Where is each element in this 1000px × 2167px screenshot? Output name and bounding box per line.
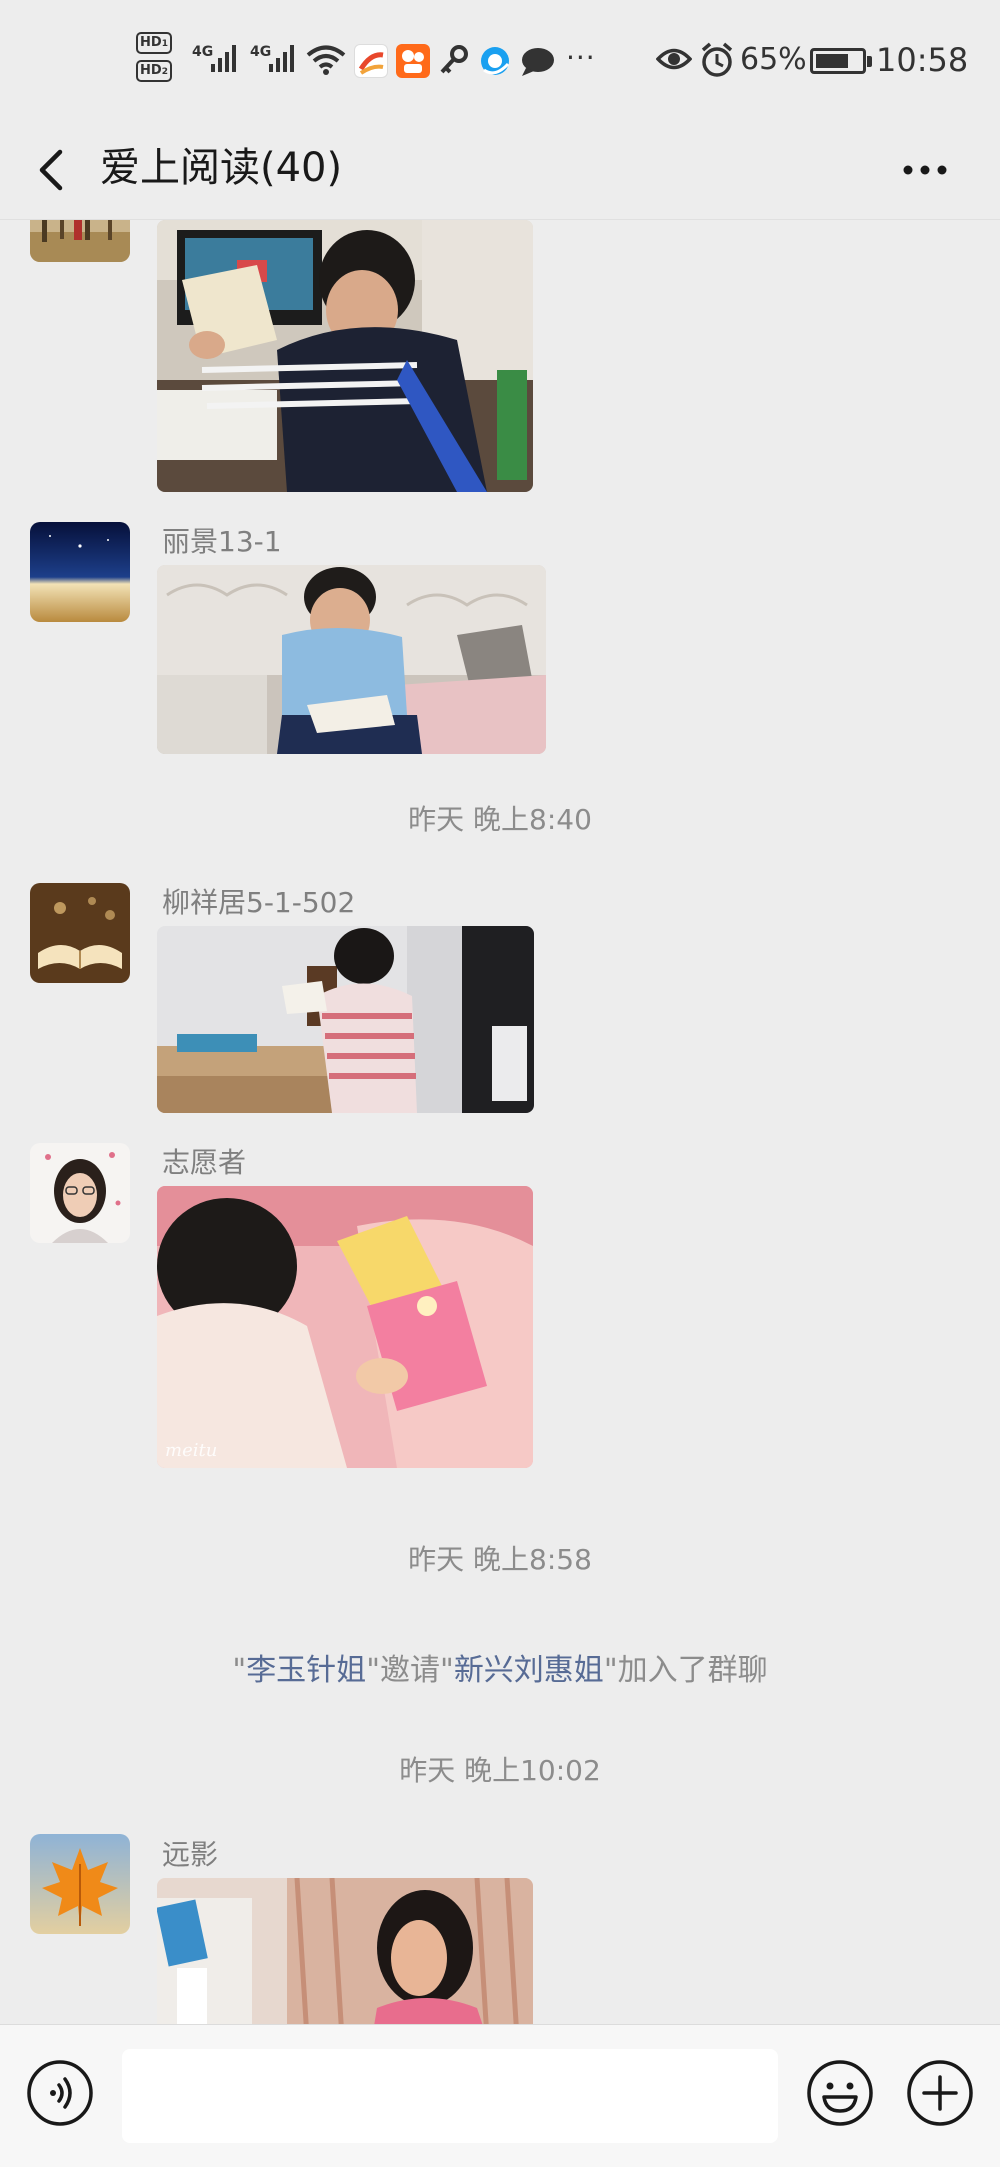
chat-photo-4[interactable]: meitu [157,1186,533,1468]
more-icon [903,165,947,175]
input-bar [0,2024,1000,2167]
battery-percent: 65% [740,42,807,77]
eye-icon [656,48,692,70]
signal-icon: 4G [192,40,242,76]
key-icon [440,45,468,74]
sender-name: 柳祥居5-1-502 [162,886,356,919]
message-input[interactable] [122,2049,778,2143]
photo-watermark: meitu [165,1440,217,1461]
signal-icon: 4G [250,40,300,76]
browser-icon [481,47,510,75]
message-icon [522,48,554,76]
chat-photo-3[interactable] [157,926,534,1113]
timestamp: 昨天 晚上8:58 [408,1543,592,1576]
timestamp: 昨天 晚上10:02 [399,1754,601,1787]
alarm-icon [701,42,733,77]
chat-photo-1[interactable] [157,220,533,492]
timestamp: 昨天 晚上8:40 [408,803,592,836]
sender-name: 远影 [162,1838,219,1871]
hd-indicator: HD1 HD2 [136,32,184,90]
avatar-forest[interactable] [30,220,130,262]
sender-name: 志愿者 [162,1146,247,1179]
back-button[interactable] [26,142,82,198]
chat-title: 爱上阅读(40) [100,145,343,191]
chevron-left-icon [39,149,63,191]
voice-button[interactable] [26,2059,94,2127]
more-button[interactable] [890,142,960,198]
chat-photo-5[interactable] [157,1878,533,2024]
voice-icon [27,2060,93,2126]
avatar-night-sky[interactable] [30,522,130,622]
emoji-button[interactable] [806,2059,874,2127]
sender-name: 丽景13-1 [162,525,282,558]
avatar-maple-leaf[interactable] [30,1834,130,1934]
kuaishou-icon [396,44,430,78]
inviter-link[interactable]: 李玉针姐 [246,1653,366,1688]
clock: 10:58 [876,41,969,79]
more-notifications-icon: ··· [566,41,596,74]
battery-icon [810,48,872,74]
status-bar: HD1 HD2 4G 4G ··· 65% 10:58 [0,0,1000,120]
hd1-badge: HD1 [136,32,172,54]
nav-bar: 爱上阅读(40) [0,120,1000,220]
invitee-link[interactable]: 新兴刘惠姐 [454,1653,604,1688]
emoji-icon [807,2060,873,2126]
avatar-open-book[interactable] [30,883,130,983]
chat-messages[interactable]: 丽景13-1 昨天 晚上8:40 柳祥居5-1-502 志愿者 meitu 昨天… [0,220,1000,2024]
wifi-icon [306,45,346,75]
app-icon [354,44,388,78]
chat-photo-2[interactable] [157,565,546,754]
hd2-badge: HD2 [136,60,172,82]
plus-button[interactable] [906,2059,974,2127]
plus-icon [907,2060,973,2126]
avatar-woman-portrait[interactable] [30,1143,130,1243]
system-invite-message: "李玉针姐"邀请"新兴刘惠姐"加入了群聊 [232,1653,768,1688]
